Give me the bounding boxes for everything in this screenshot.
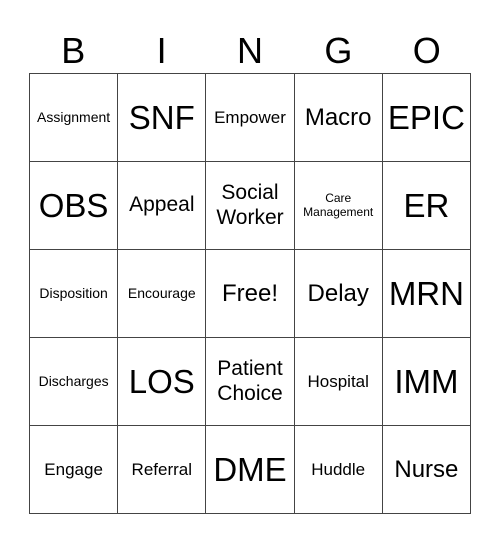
bingo-cell[interactable]: Nurse <box>382 426 471 514</box>
bingo-cell[interactable]: LOS <box>118 338 207 426</box>
header-letter-g: G <box>324 30 353 71</box>
bingo-header: B I N G O <box>29 28 471 74</box>
header-letter-i: I <box>156 30 167 71</box>
bingo-cell[interactable]: Hospital <box>294 338 383 426</box>
bingo-cell[interactable]: Disposition <box>30 250 119 338</box>
bingo-cell[interactable]: DME <box>206 426 295 514</box>
bingo-cell[interactable]: SNF <box>118 74 207 162</box>
bingo-cell[interactable]: EPIC <box>382 74 471 162</box>
header-letter-b: B <box>61 30 86 71</box>
bingo-cell[interactable]: Care Management <box>294 162 383 250</box>
bingo-cell[interactable]: Encourage <box>118 250 207 338</box>
bingo-card-grid: Assignment SNF Empower Macro EPIC OBS Appeal So… <box>29 73 471 514</box>
bingo-cell[interactable]: IMM <box>382 338 471 426</box>
bingo-cell[interactable]: Macro <box>294 74 383 162</box>
bingo-cell[interactable]: OBS <box>30 162 119 250</box>
header-letter-n: N <box>236 30 263 71</box>
bingo-cell[interactable]: Delay <box>294 250 383 338</box>
header-letter-o: O <box>412 30 441 71</box>
bingo-cell[interactable]: ER <box>382 162 471 250</box>
bingo-cell[interactable]: Huddle <box>294 426 383 514</box>
bingo-cell[interactable]: Free! <box>206 250 295 338</box>
bingo-cell[interactable]: Assignment <box>30 74 119 162</box>
bingo-cell[interactable]: Appeal <box>118 162 207 250</box>
bingo-cell[interactable]: Discharges <box>30 338 119 426</box>
bingo-cell[interactable]: Engage <box>30 426 119 514</box>
bingo-cell[interactable]: Social Worker <box>206 162 295 250</box>
bingo-cell[interactable]: Referral <box>118 426 207 514</box>
bingo-cell[interactable]: Empower <box>206 74 295 162</box>
bingo-cell[interactable]: Patient Choice <box>206 338 295 426</box>
bingo-cell[interactable]: MRN <box>382 250 471 338</box>
